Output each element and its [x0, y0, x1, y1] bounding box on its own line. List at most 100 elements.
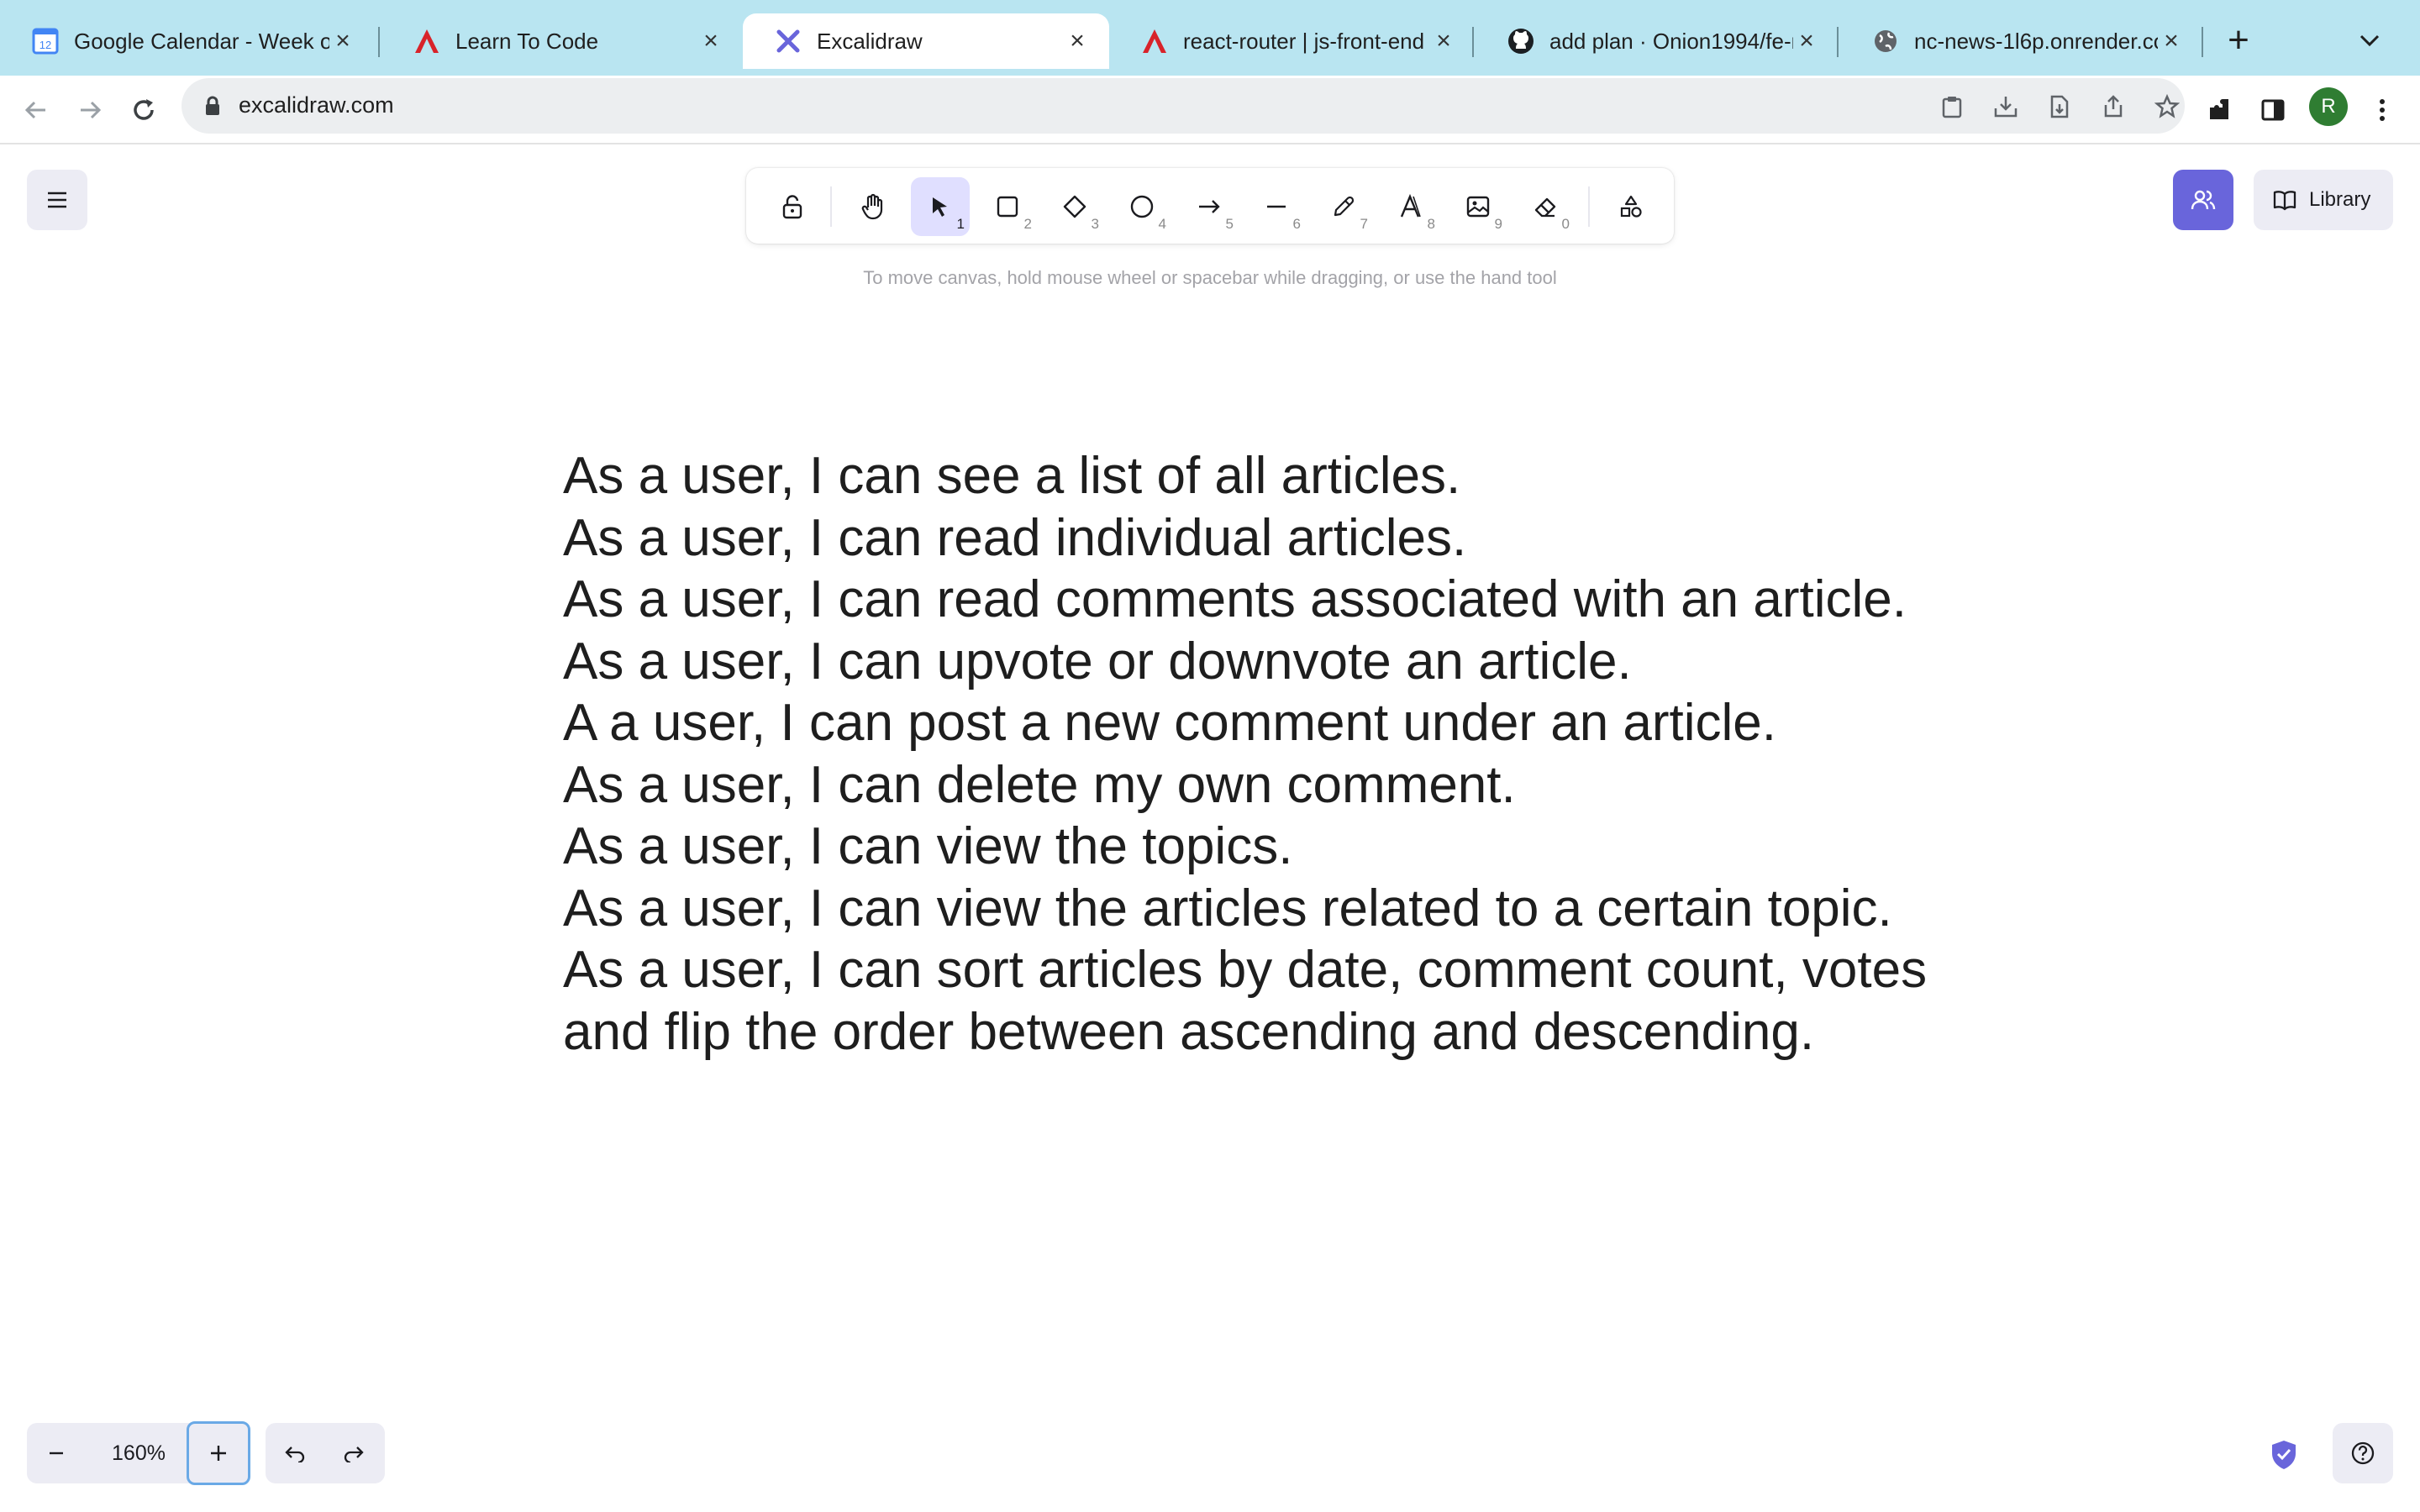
hand-icon: [861, 193, 883, 220]
text-icon: [1400, 194, 1421, 218]
text-line: As a user, I can sort articles by date, …: [563, 941, 1928, 999]
globe-icon: [1872, 28, 1899, 55]
github-icon: [1507, 28, 1534, 55]
close-icon[interactable]: ×: [2158, 27, 2185, 55]
eraser-tool-button[interactable]: 0: [1516, 177, 1575, 236]
tab-github[interactable]: add plan · Onion1994/fe-n ×: [1476, 13, 1839, 69]
text-line: As a user, I can read comments associate…: [563, 570, 1907, 628]
browser-menu-icon[interactable]: [2361, 89, 2403, 131]
image-icon: [1466, 196, 1490, 218]
rectangle-icon: [997, 196, 1018, 218]
shortcut-key: 2: [1023, 216, 1032, 232]
tab-search-icon[interactable]: [2353, 24, 2386, 57]
reload-icon[interactable]: [123, 89, 165, 131]
redo-icon: [344, 1446, 364, 1462]
text-line: and flip the order between ascending and…: [563, 1002, 1815, 1061]
encryption-shield-icon[interactable]: [2265, 1436, 2302, 1473]
rectangle-tool-button[interactable]: 2: [978, 177, 1037, 236]
hamburger-icon: [48, 192, 66, 208]
close-icon[interactable]: ×: [329, 27, 356, 55]
pencil-tool-button[interactable]: 7: [1314, 177, 1373, 236]
live-collaboration-button[interactable]: [2173, 170, 2233, 230]
toolbar-divider: [1588, 186, 1590, 227]
pencil-icon: [1334, 196, 1355, 217]
text-line: A a user, I can post a new comment under…: [563, 694, 1777, 752]
lock-icon[interactable]: [200, 93, 225, 118]
arrow-tool-button[interactable]: 5: [1180, 177, 1239, 236]
hand-tool-button[interactable]: [844, 177, 902, 236]
users-icon: [2191, 190, 2216, 210]
diamond-icon: [1063, 195, 1086, 218]
toolbar-divider: [830, 186, 832, 227]
diamond-tool-button[interactable]: 3: [1045, 177, 1104, 236]
help-button[interactable]: [2333, 1423, 2393, 1483]
redo-button[interactable]: [324, 1423, 383, 1483]
ellipse-tool-button[interactable]: 4: [1113, 177, 1171, 236]
text-line: As a user, I can upvote or downvote an a…: [563, 632, 1632, 690]
help-icon: [2351, 1441, 2375, 1465]
tab-nc-news[interactable]: nc-news-1l6p.onrender.co ×: [1840, 13, 2203, 69]
google-calendar-icon: 12: [32, 28, 59, 55]
save-page-icon[interactable]: [2045, 92, 2074, 121]
canvas-text-element[interactable]: As a user, I can see a list of all artic…: [563, 445, 1927, 1063]
library-label: Library: [2309, 188, 2371, 211]
more-shapes-button[interactable]: [1602, 177, 1660, 236]
main-menu-button[interactable]: [27, 170, 87, 230]
library-button[interactable]: Library: [2254, 170, 2393, 230]
shortcut-key: 7: [1360, 216, 1368, 232]
share-icon[interactable]: [2099, 92, 2128, 121]
close-icon[interactable]: ×: [1064, 27, 1091, 55]
clipboard-icon[interactable]: [1938, 92, 1966, 121]
selection-tool-button[interactable]: 1: [911, 177, 970, 236]
shortcut-key: 1: [956, 216, 965, 232]
shapes-icon: [1620, 195, 1642, 218]
tab-title: nc-news-1l6p.onrender.co: [1914, 28, 2158, 54]
close-icon[interactable]: ×: [1430, 27, 1457, 55]
line-icon: [1267, 205, 1286, 208]
undo-redo-controls: [266, 1423, 385, 1483]
shortcut-key: 5: [1225, 216, 1234, 232]
selection-icon: [933, 197, 947, 217]
close-icon[interactable]: ×: [697, 27, 724, 55]
book-icon: [2273, 191, 2296, 211]
new-tab-button[interactable]: +: [2218, 19, 2259, 60]
eraser-icon: [1534, 197, 1556, 218]
text-tool-button[interactable]: 8: [1381, 177, 1440, 236]
shortcut-key: 8: [1427, 216, 1435, 232]
shortcut-key: 3: [1091, 216, 1099, 232]
address-bar[interactable]: excalidraw.com: [182, 78, 2185, 134]
line-tool-button[interactable]: 6: [1247, 177, 1306, 236]
lock-icon: [782, 195, 802, 219]
extensions-icon[interactable]: [2198, 89, 2240, 131]
side-panel-icon[interactable]: [2252, 89, 2294, 131]
profile-avatar[interactable]: R: [2309, 87, 2348, 126]
tab-title: Excalidraw: [817, 28, 923, 54]
undo-button[interactable]: [266, 1423, 324, 1483]
tab-title: add plan · Onion1994/fe-n: [1549, 28, 1793, 54]
northcoders-icon: [413, 28, 440, 55]
tab-title: Google Calendar - Week o: [74, 28, 329, 54]
shapes-toolbar: 1 2 3 4 5 6 7 8 9 0: [746, 168, 1674, 244]
zoom-out-button[interactable]: [27, 1423, 86, 1483]
back-icon[interactable]: [15, 89, 57, 131]
tab-divider: [378, 27, 380, 57]
close-icon[interactable]: ×: [1793, 27, 1820, 55]
tab-google-calendar[interactable]: 12 Google Calendar - Week o ×: [0, 13, 375, 69]
text-line: As a user, I can view the articles relat…: [563, 879, 1892, 937]
tab-learn-to-code[interactable]: Learn To Code ×: [381, 13, 743, 69]
ellipse-icon: [1130, 195, 1154, 218]
zoom-in-button[interactable]: [187, 1421, 250, 1485]
zoom-reset-button[interactable]: 160%: [86, 1423, 192, 1483]
tab-react-router[interactable]: react-router | js-front-end ×: [1109, 13, 1476, 69]
text-line: As a user, I can delete my own comment.: [563, 755, 1516, 814]
bookmark-star-icon[interactable]: [2153, 92, 2181, 121]
lock-tool-button[interactable]: [763, 177, 822, 236]
tab-title: Learn To Code: [455, 28, 599, 54]
tab-divider: [2202, 27, 2203, 57]
svg-text:12: 12: [39, 39, 51, 51]
install-app-icon[interactable]: [1991, 92, 2020, 121]
zoom-controls: 160%: [27, 1421, 250, 1485]
image-tool-button[interactable]: 9: [1449, 177, 1507, 236]
tab-excalidraw[interactable]: Excalidraw ×: [743, 13, 1109, 69]
forward-icon[interactable]: [69, 89, 111, 131]
